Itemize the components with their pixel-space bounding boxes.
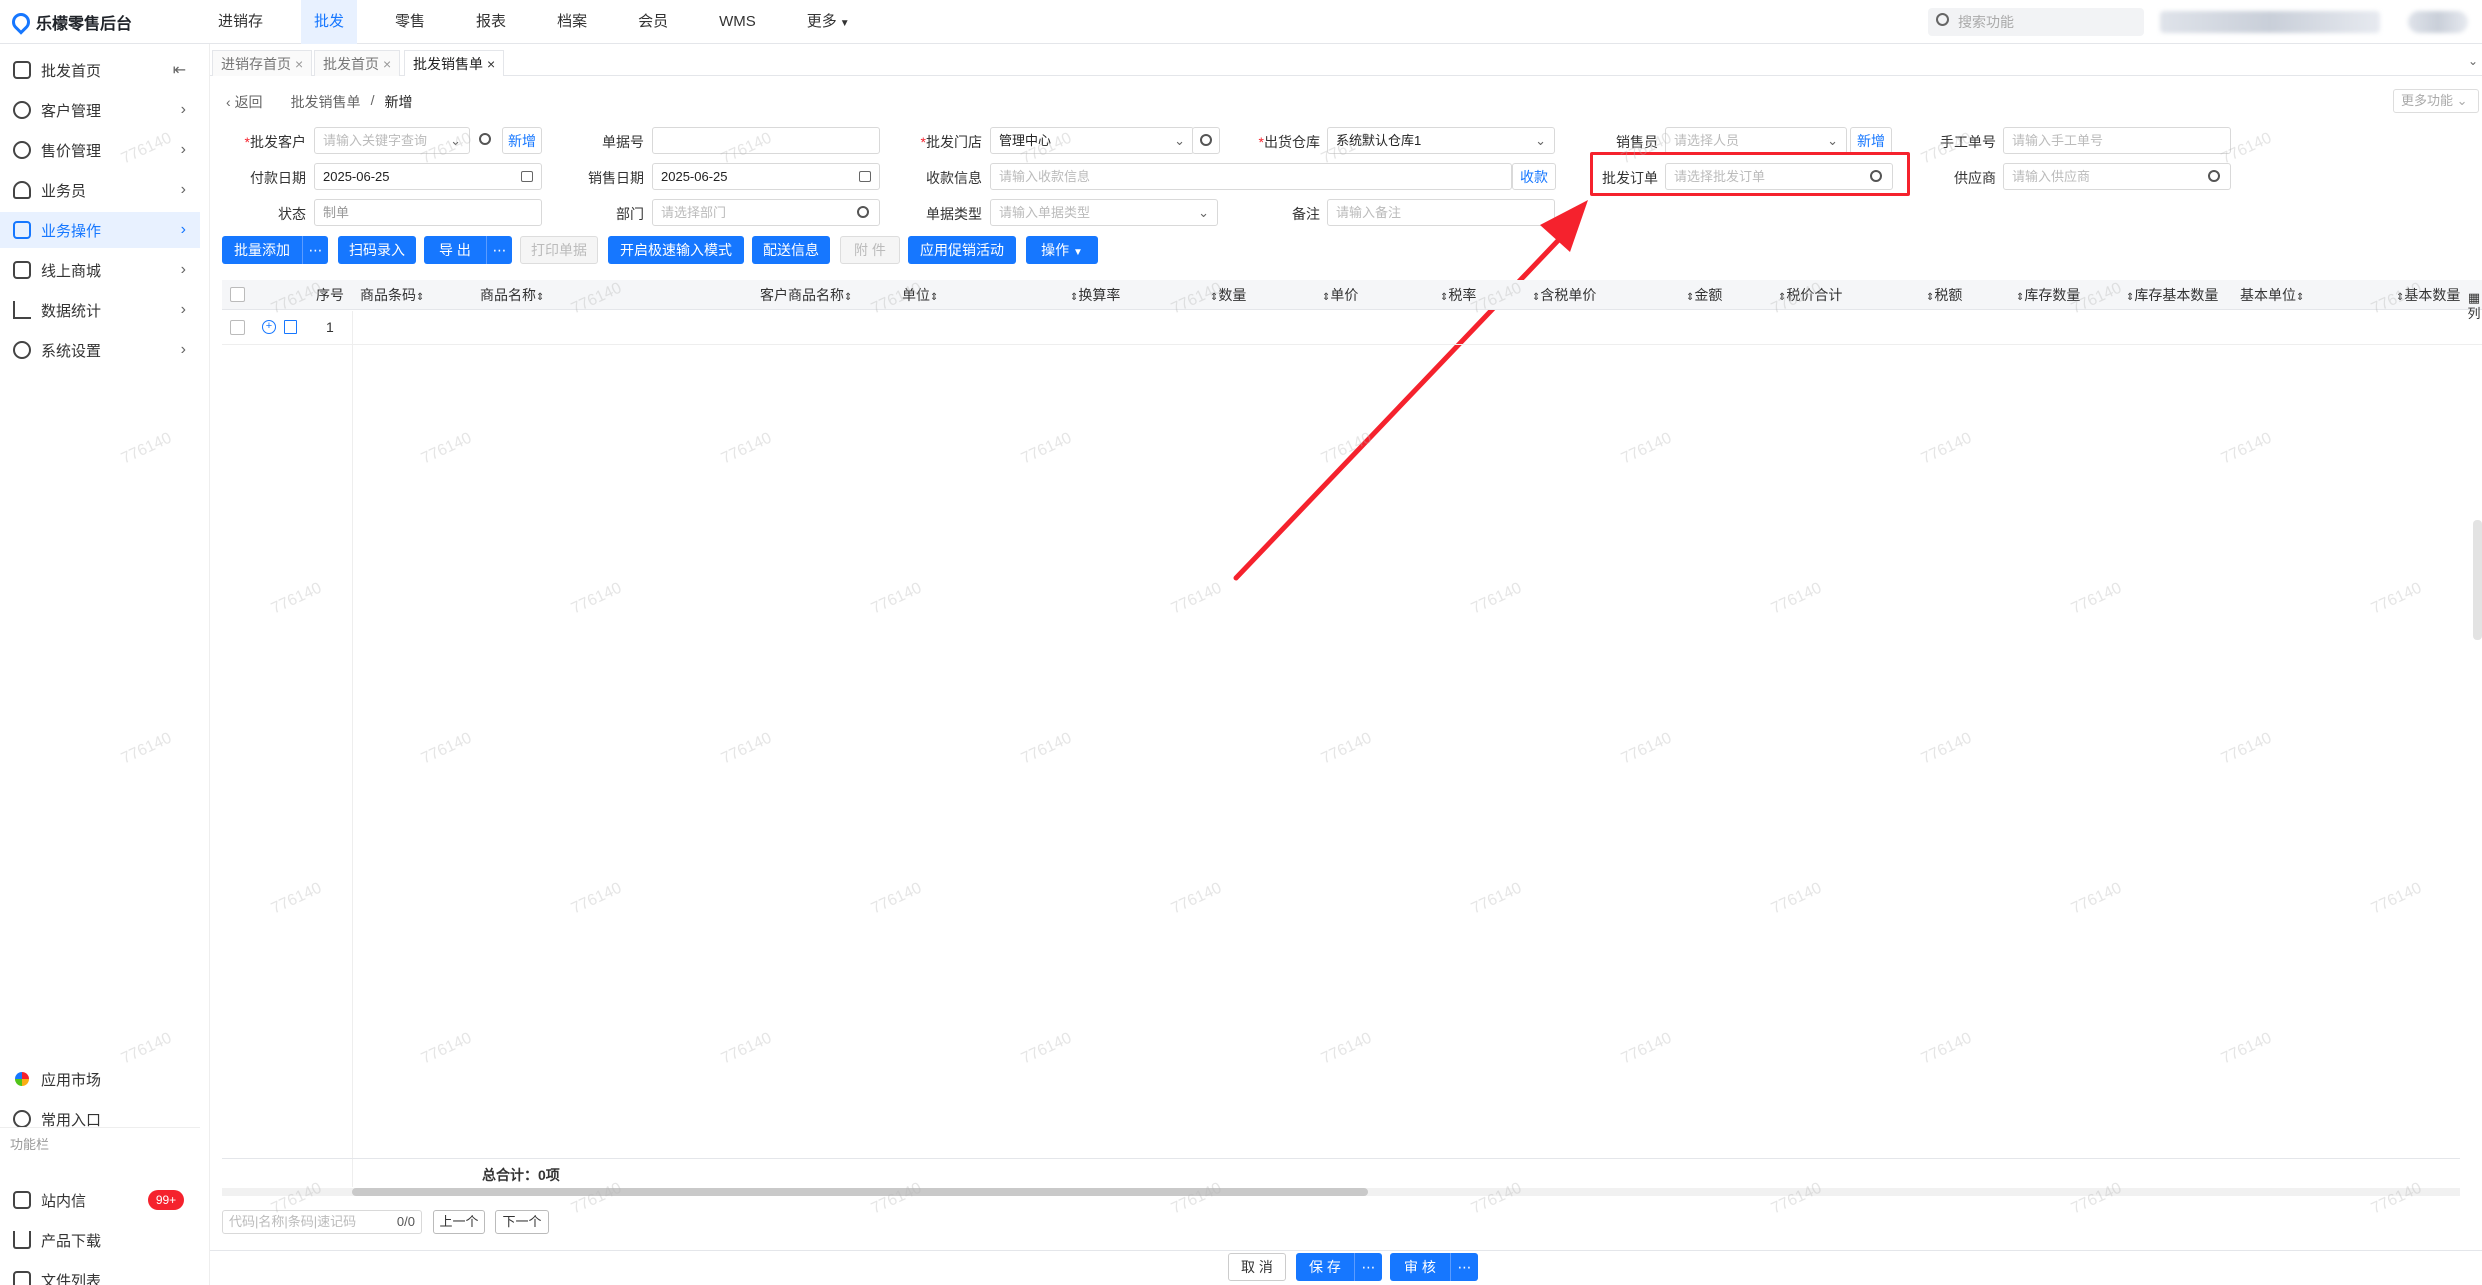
row-index-column-divider (352, 311, 353, 1187)
column-header[interactable]: ⇕库存基本数量 (2126, 280, 2218, 310)
locate-item-count: 0/0 (396, 1214, 415, 1229)
locate-item-placeholder: 代码|名称|条码|速记码 (229, 1214, 357, 1229)
more-dots-icon[interactable]: ⋯ (486, 236, 512, 264)
audit-label: 审 核 (1404, 1259, 1436, 1275)
select-all-checkbox[interactable] (230, 287, 245, 302)
audit-button[interactable]: 审 核 ⋯ (1390, 1253, 1478, 1281)
column-header: 序号 (316, 287, 344, 303)
attachment-button[interactable]: 附 件 (840, 236, 900, 264)
sort-icon: ⇕ (416, 292, 425, 303)
export-label: 导 出 (439, 242, 471, 258)
sort-icon: ⇕ (844, 292, 853, 303)
operations-label: 操作 (1041, 242, 1070, 258)
table-row: + 1 (222, 311, 2482, 345)
column-header[interactable]: ⇕换算率 (1070, 280, 1120, 310)
apply-promotion-button[interactable]: 应用促销活动 (908, 236, 1016, 264)
column-header[interactable]: ⇕库存数量 (2016, 280, 2080, 310)
next-button[interactable]: 下一个 (495, 1210, 549, 1234)
row-index: 1 (326, 319, 334, 335)
sort-icon: ⇕ (536, 292, 545, 303)
total-count: 总合计：0项 (482, 1167, 560, 1183)
column-header[interactable]: ⇕含税单价 (1532, 280, 1596, 310)
row-delete-icon[interactable] (284, 320, 297, 334)
column-header[interactable]: ⇕单价 (1322, 280, 1358, 310)
table-summary-bar: 总合计：0项 (222, 1158, 2460, 1188)
operations-button[interactable]: 操作 ▼ (1026, 236, 1098, 264)
cancel-button[interactable]: 取 消 (1228, 1253, 1286, 1281)
more-dots-icon[interactable]: ⋯ (1450, 1253, 1478, 1281)
column-header[interactable]: 商品名称⇕ (480, 280, 544, 310)
column-header[interactable]: ⇕数量 (1210, 280, 1246, 310)
annotation-arrow (1233, 200, 1588, 581)
chevron-down-icon: ▼ (1072, 247, 1083, 258)
batch-add-button[interactable]: 批量添加 ⋯ (222, 236, 328, 264)
locate-item-input[interactable]: 代码|名称|条码|速记码 0/0 (222, 1210, 422, 1234)
table-icon: ▦ (2467, 290, 2481, 305)
column-header[interactable]: 商品条码⇕ (360, 280, 424, 310)
column-header[interactable]: ⇕税额 (1926, 280, 1962, 310)
prev-button[interactable]: 上一个 (433, 1210, 485, 1234)
save-label: 保 存 (1309, 1259, 1341, 1275)
row-add-icon[interactable]: + (262, 320, 276, 334)
table-header: 序号 商品条码⇕ 商品名称⇕ 客户商品名称⇕ 单位⇕ ⇕换算率 ⇕数量 ⇕单价 … (222, 280, 2482, 310)
column-header[interactable]: 单位⇕ (902, 280, 938, 310)
column-header[interactable]: 基本单位⇕ (2240, 280, 2304, 310)
save-button[interactable]: 保 存 ⋯ (1296, 1253, 1382, 1281)
scan-entry-button[interactable]: 扫码录入 (338, 236, 416, 264)
column-header[interactable]: ⇕税价合计 (1778, 280, 1842, 310)
horizontal-scrollbar-thumb[interactable] (352, 1188, 1368, 1196)
print-button[interactable]: 打印单据 (520, 236, 598, 264)
column-header[interactable]: ⇕金额 (1686, 280, 1722, 310)
column-header[interactable]: ⇕税率 (1440, 280, 1476, 310)
more-dots-icon[interactable]: ⋯ (302, 236, 328, 264)
column-header[interactable]: ⇕基本数量 (2396, 280, 2460, 310)
row-checkbox[interactable] (230, 320, 245, 335)
sort-icon: ⇕ (2296, 292, 2305, 303)
export-button[interactable]: 导 出 ⋯ (424, 236, 512, 264)
column-header[interactable]: 客户商品名称⇕ (760, 280, 852, 310)
sort-icon: ⇕ (930, 292, 939, 303)
more-dots-icon[interactable]: ⋯ (1354, 1253, 1382, 1281)
fast-input-mode-button[interactable]: 开启极速输入模式 (608, 236, 744, 264)
batch-add-label: 批量添加 (234, 242, 290, 258)
vertical-scrollbar-thumb[interactable] (2473, 520, 2482, 640)
delivery-info-button[interactable]: 配送信息 (752, 236, 830, 264)
